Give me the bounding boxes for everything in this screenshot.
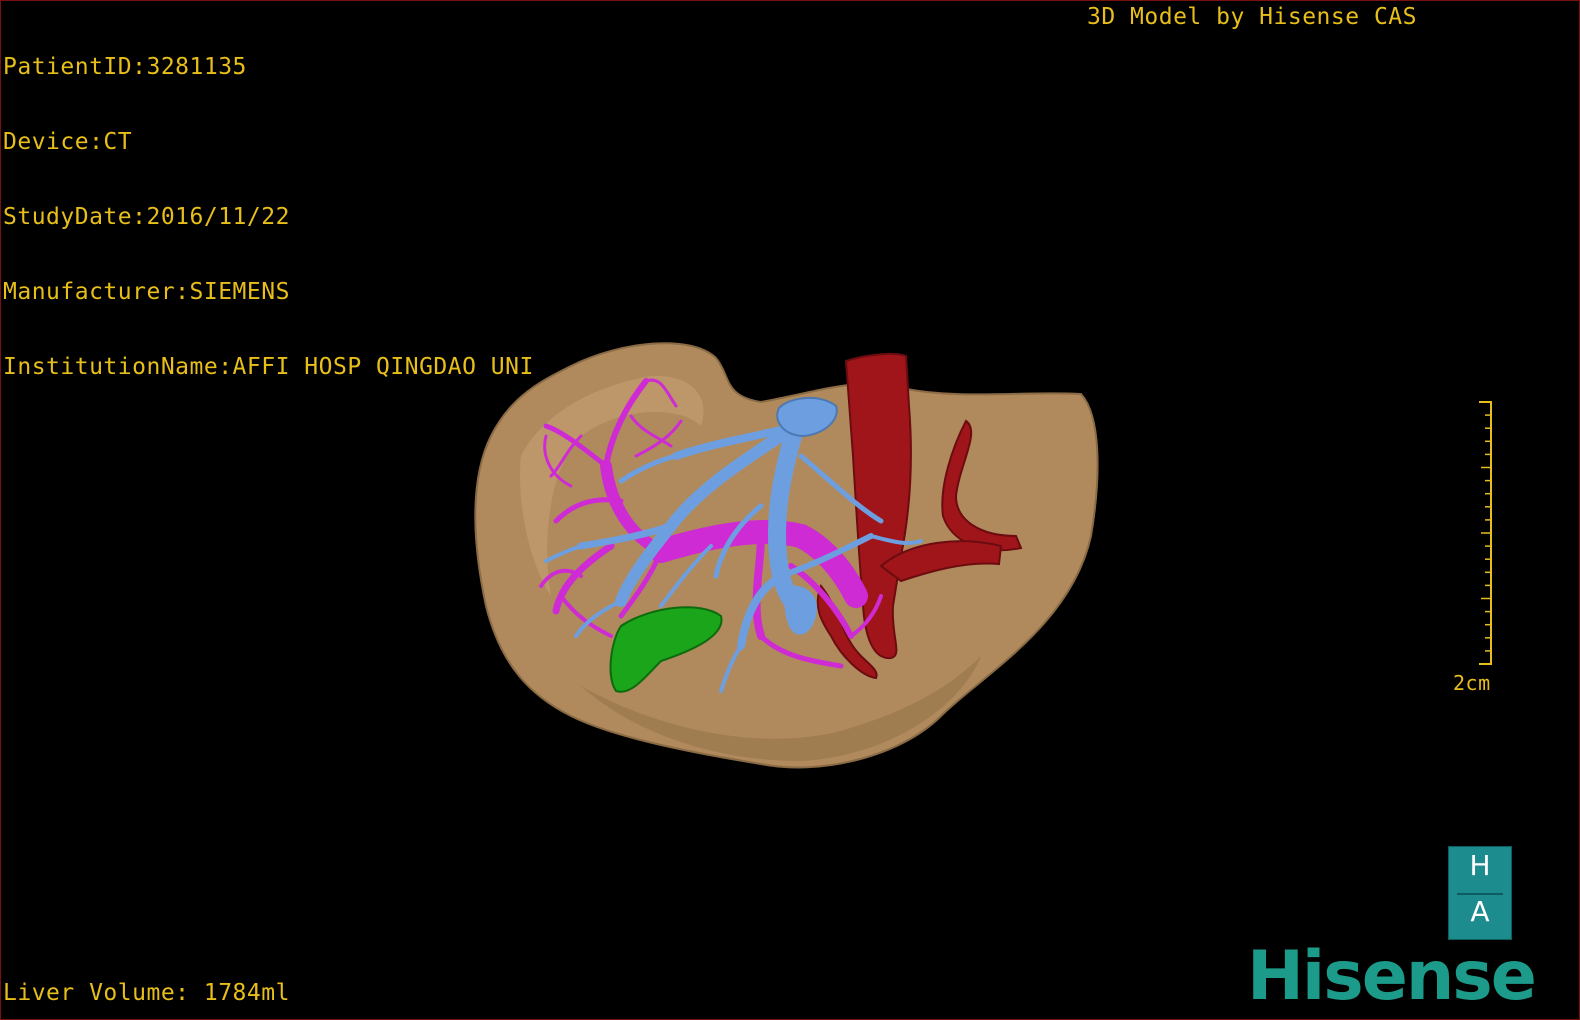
hisense-logo: Hisense	[1247, 937, 1537, 1016]
scale-label: 2cm	[1453, 671, 1491, 695]
scale-ruler	[1479, 401, 1492, 665]
orientation-head-label: H	[1469, 849, 1491, 882]
3d-viewport[interactable]: PatientID:3281135 Device:CT StudyDate:20…	[0, 0, 1580, 1020]
study-date: StudyDate:2016/11/22	[3, 204, 290, 230]
model-credit: 3D Model by Hisense CAS	[1087, 4, 1417, 30]
manufacturer: Manufacturer:SIEMENS	[3, 279, 290, 305]
orientation-cube-icon[interactable]: H A	[1448, 846, 1512, 940]
institution-name: InstitutionName:AFFI HOSP QINGDAO UNI	[3, 354, 534, 380]
patient-info-overlay: PatientID:3281135 Device:CT StudyDate:20…	[3, 5, 534, 430]
liver-volume: Liver Volume: 1784ml	[3, 980, 290, 1006]
orientation-anterior-label: A	[1470, 895, 1490, 928]
patient-id: PatientID:3281135	[3, 54, 247, 80]
liver-3d-model[interactable]	[461, 336, 1121, 786]
device: Device:CT	[3, 129, 133, 155]
